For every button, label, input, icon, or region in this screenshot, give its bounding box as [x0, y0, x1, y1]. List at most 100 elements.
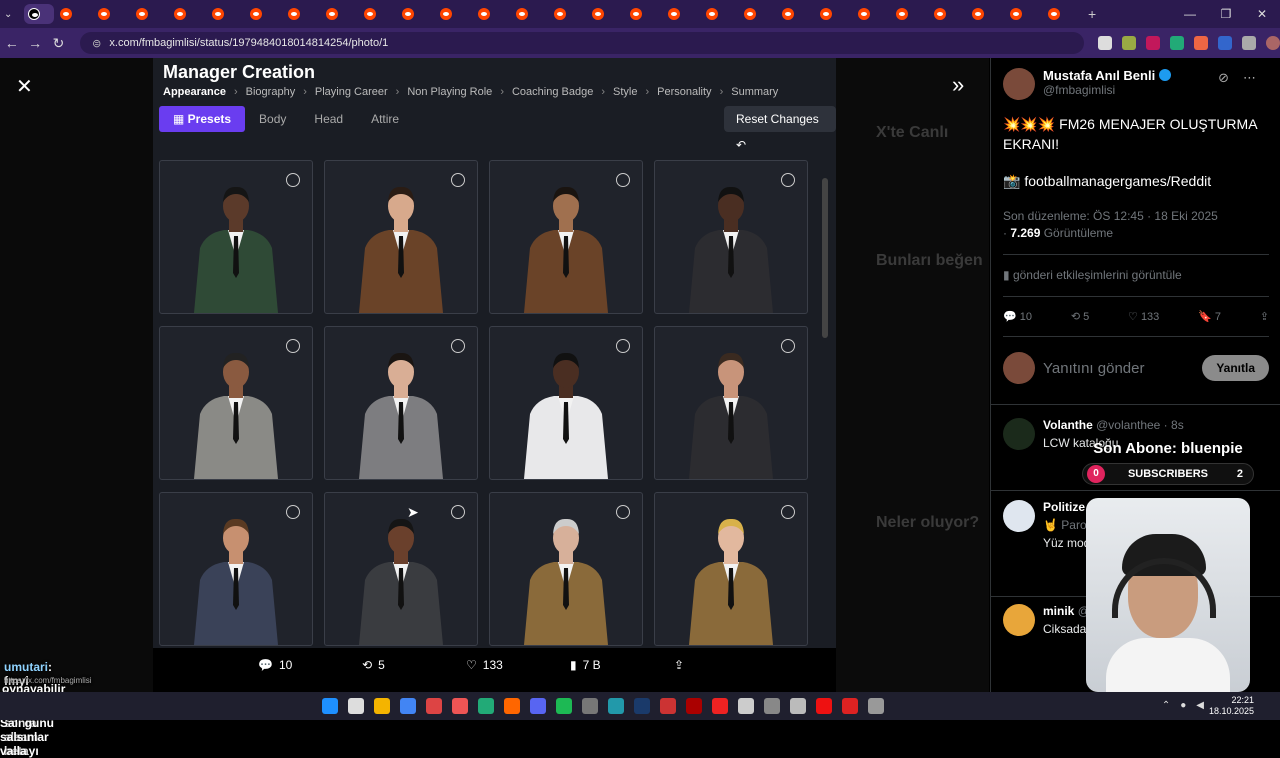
browser-tab[interactable] — [322, 4, 358, 24]
taskbar-app-icon[interactable] — [556, 698, 572, 714]
browser-tab[interactable] — [208, 4, 244, 24]
chevron-up-icon[interactable]: ⌃ — [1162, 700, 1170, 711]
browser-tab[interactable] — [56, 4, 92, 24]
taskbar-app-icon[interactable] — [530, 698, 546, 714]
taskbar-app-icon[interactable] — [582, 698, 598, 714]
taskbar-app-icon[interactable] — [764, 698, 780, 714]
taskbar-app-icon[interactable] — [608, 698, 624, 714]
views-action[interactable]: ▮ 7 B — [570, 658, 674, 672]
reply-input[interactable]: Yanıtını gönder — [1043, 360, 1194, 377]
extension-icon[interactable] — [1194, 36, 1209, 50]
reply-button[interactable]: Yanıtla — [1202, 355, 1269, 381]
taskbar-app-icon[interactable] — [400, 698, 416, 714]
browser-tab[interactable] — [132, 4, 168, 24]
taskbar-app-icon[interactable] — [348, 698, 364, 714]
taskbar-app-icon[interactable] — [686, 698, 702, 714]
author-handle[interactable]: @fmbagimlisi — [1043, 83, 1171, 97]
reload-icon[interactable]: ↻ — [47, 35, 70, 52]
taskbar-app-icon[interactable] — [374, 698, 390, 714]
comment-author[interactable]: minik — [1043, 604, 1074, 618]
browser-tab[interactable] — [930, 4, 966, 24]
engagement-link[interactable]: ▮ gönderi etkileşimlerini görüntüle — [1003, 268, 1182, 282]
extension-icon[interactable] — [1170, 36, 1185, 50]
extension-icon[interactable] — [1218, 36, 1233, 50]
expand-sidebar-icon[interactable]: » — [952, 72, 964, 98]
share-icon[interactable]: ⇪ — [1260, 310, 1269, 323]
extension-icon[interactable] — [1146, 36, 1161, 50]
browser-tab[interactable] — [474, 4, 510, 24]
taskbar-app-icon[interactable] — [712, 698, 728, 714]
grok-icon[interactable]: ⊘ — [1218, 70, 1229, 86]
forward-icon[interactable]: → — [23, 35, 46, 51]
reply-stat[interactable]: 💬 10 — [1003, 310, 1032, 323]
puzzle-icon[interactable] — [1242, 36, 1257, 50]
avatar[interactable] — [1003, 418, 1035, 450]
browser-tab[interactable] — [1006, 4, 1042, 24]
avatar[interactable] — [1003, 68, 1035, 100]
browser-tab[interactable] — [968, 4, 1004, 24]
bookmark-stat[interactable]: 🔖 7 — [1198, 310, 1221, 323]
clock[interactable]: 22:21 18.10.2025 — [1209, 695, 1254, 717]
taskbar-app-icon[interactable] — [660, 698, 676, 714]
taskbar-app-icon[interactable] — [816, 698, 832, 714]
browser-tab[interactable] — [170, 4, 206, 24]
avatar[interactable] — [1003, 500, 1035, 532]
more-icon[interactable]: ⋯ — [1243, 70, 1256, 86]
browser-tab[interactable] — [24, 4, 54, 24]
minimize-icon[interactable]: — — [1172, 7, 1208, 21]
back-icon[interactable]: ← — [0, 35, 23, 51]
share-action[interactable]: ⇪ — [674, 658, 778, 672]
taskbar-app-icon[interactable] — [504, 698, 520, 714]
comment-author[interactable]: Politize — [1043, 500, 1085, 514]
taskbar-app-icon[interactable] — [452, 698, 468, 714]
new-tab-button[interactable]: + — [1088, 6, 1096, 22]
browser-tab[interactable] — [360, 4, 396, 24]
browser-tab[interactable] — [398, 4, 434, 24]
extension-icon[interactable] — [1122, 36, 1137, 50]
browser-tab[interactable] — [284, 4, 320, 24]
browser-tab[interactable] — [1044, 4, 1080, 24]
like-action[interactable]: ♡ 133 — [466, 658, 570, 672]
taskbar-app-icon[interactable] — [426, 698, 442, 714]
browser-tab[interactable] — [702, 4, 738, 24]
close-window-icon[interactable]: ✕ — [1244, 7, 1280, 21]
tab-search-icon[interactable]: ⌄ — [4, 9, 22, 20]
browser-tab[interactable] — [94, 4, 130, 24]
browser-tab[interactable] — [550, 4, 586, 24]
volume-icon[interactable]: ◀ — [1196, 700, 1204, 711]
browser-tab[interactable] — [778, 4, 814, 24]
reply-action[interactable]: 💬 10 — [258, 658, 362, 672]
repost-stat[interactable]: ⟲ 5 — [1071, 310, 1089, 323]
browser-tab[interactable] — [436, 4, 472, 24]
taskbar-app-icon[interactable] — [868, 698, 884, 714]
browser-tab[interactable] — [246, 4, 282, 24]
browser-tab[interactable] — [740, 4, 776, 24]
browser-tab[interactable] — [512, 4, 548, 24]
browser-tab[interactable] — [816, 4, 852, 24]
browser-tab[interactable] — [854, 4, 890, 24]
taskbar-app-icon[interactable] — [634, 698, 650, 714]
comment-author[interactable]: Volanthe — [1043, 418, 1093, 432]
taskbar-app-icon[interactable] — [842, 698, 858, 714]
close-icon[interactable]: ✕ — [16, 74, 33, 99]
browser-tab[interactable] — [588, 4, 624, 24]
mic-icon[interactable]: ● — [1180, 700, 1186, 711]
avatar[interactable] — [1003, 604, 1035, 636]
author-name[interactable]: Mustafa Anıl Benli — [1043, 68, 1155, 83]
like-stat[interactable]: ♡ 133 — [1128, 310, 1159, 323]
taskbar-app-icon[interactable] — [738, 698, 754, 714]
taskbar-app-icon[interactable] — [790, 698, 806, 714]
restore-icon[interactable]: ❐ — [1208, 7, 1244, 21]
taskbar-app-icon[interactable] — [478, 698, 494, 714]
browser-tab[interactable] — [892, 4, 928, 24]
browser-tab[interactable] — [626, 4, 662, 24]
profile-icon[interactable] — [1266, 36, 1280, 50]
edited-time[interactable]: Son düzenleme: ÖS 12:45 · 18 Eki 2025 — [1003, 209, 1218, 223]
repost-action[interactable]: ⟲ 5 — [362, 658, 466, 672]
dim-suggest-heading: Bunları beğen — [876, 252, 983, 269]
extension-icon[interactable] — [1098, 36, 1113, 50]
browser-tab[interactable] — [664, 4, 700, 24]
site-info-icon[interactable]: ⊜ — [92, 37, 101, 50]
url-field[interactable]: ⊜ x.com/fmbagimlisi/status/1979484018014… — [80, 32, 1085, 54]
taskbar-app-icon[interactable] — [322, 698, 338, 714]
